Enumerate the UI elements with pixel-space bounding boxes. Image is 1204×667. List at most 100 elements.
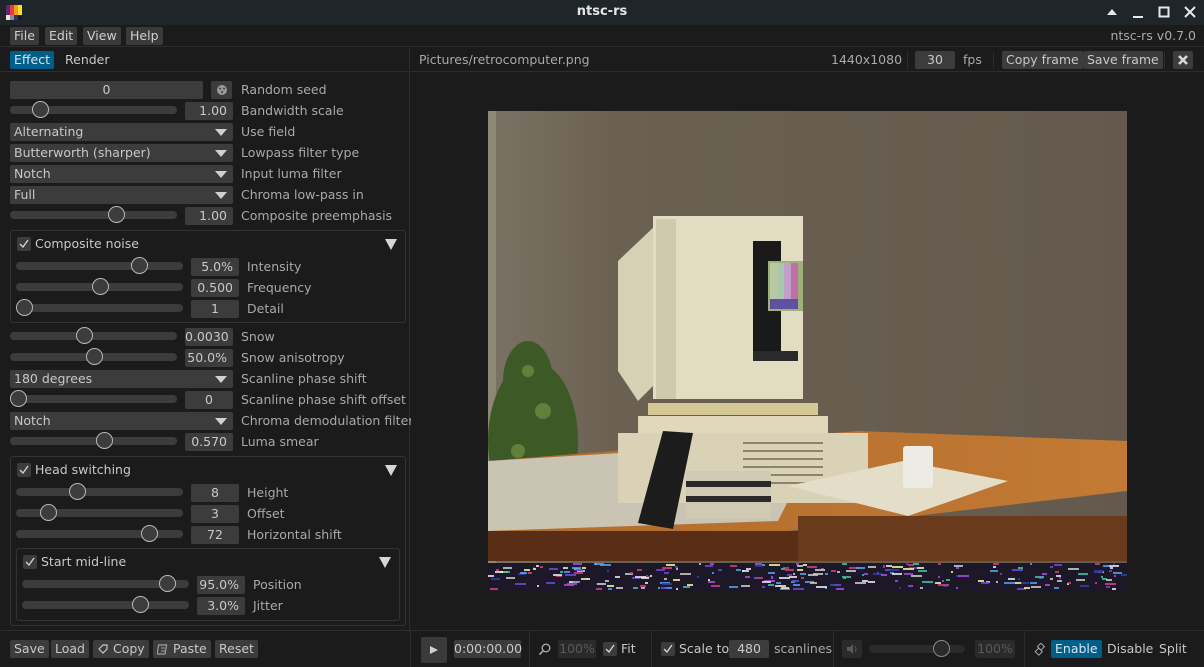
randomize-seed-button[interactable] [211,81,232,99]
reset-preset-button[interactable]: Reset [215,640,258,658]
height-value[interactable]: 8 [191,484,239,502]
use-field-value: Alternating [14,124,84,139]
scanlines-input[interactable]: 480 [729,640,769,658]
jitter-slider[interactable] [22,596,189,613]
snow-anisotropy-value[interactable]: 50.0% [185,349,233,367]
volume-slider[interactable] [869,640,965,657]
fit-checkbox[interactable] [603,642,617,656]
slider-thumb[interactable] [91,278,109,295]
composite-preemphasis-value[interactable]: 1.00 [185,207,233,225]
file-path: Pictures/retrocomputer.png [419,52,590,67]
effect-enable-option[interactable]: Enable [1051,640,1102,658]
effect-split-option[interactable]: Split [1155,640,1191,658]
close-icon [1184,6,1196,18]
scale-to-checkbox[interactable] [661,642,675,656]
menu-file[interactable]: File [10,27,39,45]
start-mid-line-checkbox[interactable] [23,555,37,569]
horizontal-shift-slider[interactable] [16,525,183,542]
position-value[interactable]: 95.0% [197,576,245,594]
height-slider[interactable] [16,483,183,500]
slider-thumb[interactable] [68,483,86,500]
close-window-button[interactable] [1182,4,1198,20]
preview-image[interactable] [488,111,1127,591]
slider-thumb[interactable] [130,257,148,274]
tab-render[interactable]: Render [61,51,114,69]
chroma-demodulation-filter-dropdown[interactable]: Notch [10,412,233,430]
copy-frame-button[interactable]: Copy frame [1002,51,1083,69]
menu-view[interactable]: View [83,27,121,45]
slider-thumb[interactable] [108,206,126,223]
composite-preemphasis-slider[interactable] [10,206,177,223]
offset-label: Offset [247,506,285,521]
scanline-phase-shift-dropdown[interactable]: 180 degrees [10,370,233,388]
divider [1164,52,1165,68]
slider-thumb[interactable] [159,575,177,592]
frequency-slider[interactable] [16,278,183,295]
load-preset-button[interactable]: Load [51,640,89,658]
play-button[interactable] [421,637,447,663]
position-slider[interactable] [22,575,189,592]
offset-slider[interactable] [16,504,183,521]
copy-preset-button[interactable]: Copy [93,640,149,658]
snow-anisotropy-slider[interactable] [10,348,177,365]
slider-thumb[interactable] [40,504,58,521]
menu-edit[interactable]: Edit [45,27,78,45]
version-label: ntsc-rs v0.7.0 [1110,28,1196,43]
intensity-value[interactable]: 5.0% [191,258,239,276]
collapse-caret-icon[interactable] [379,557,391,568]
close-file-button[interactable] [1173,51,1193,69]
slider-thumb[interactable] [85,348,103,365]
intensity-slider[interactable] [16,257,183,274]
slider-thumb[interactable] [76,327,94,344]
snow-value[interactable]: 0.0030 [185,328,233,346]
snow-label: Snow [241,329,275,344]
frequency-value[interactable]: 0.500 [191,279,239,297]
horizontal-shift-label: Horizontal shift [247,527,342,542]
minimize-button[interactable] [1130,4,1146,20]
save-preset-button[interactable]: Save [10,640,49,658]
slider-thumb[interactable] [141,525,159,542]
scanline-phase-shift-offset-value[interactable]: 0 [185,391,233,409]
dice-icon [216,85,227,95]
slider-thumb[interactable] [16,299,33,316]
slider-thumb[interactable] [933,640,950,657]
slider-thumb[interactable] [10,390,27,407]
offset-value[interactable]: 3 [191,505,239,523]
fps-input[interactable]: 30 [915,51,955,69]
divider [651,631,652,667]
speaker-icon [847,644,857,654]
composite-noise-checkbox[interactable] [17,237,31,251]
head-switching-checkbox[interactable] [17,463,31,477]
detail-slider[interactable] [16,299,183,316]
input-luma-filter-dropdown[interactable]: Notch [10,165,233,183]
collapse-caret-icon[interactable] [385,465,397,476]
menu-help[interactable]: Help [126,27,163,45]
save-frame-button[interactable]: Save frame [1083,51,1163,69]
random-seed-input[interactable]: 0 [10,81,203,99]
slider-thumb[interactable] [31,101,49,118]
zoom-input[interactable]: 100% [558,640,596,658]
chroma-lowpass-in-dropdown[interactable]: Full [10,186,233,204]
collapse-caret-icon[interactable] [385,239,397,250]
paste-preset-button[interactable]: Paste [153,640,211,658]
lowpass-filter-type-dropdown[interactable]: Butterworth (sharper) [10,144,233,162]
slider-thumb[interactable] [132,596,150,613]
luma-smear-value[interactable]: 0.570 [185,433,233,451]
luma-smear-slider[interactable] [10,432,177,449]
snow-slider[interactable] [10,327,177,344]
timecode-input[interactable]: 0:00:00.00 [454,640,522,658]
scanline-phase-shift-offset-slider[interactable] [10,390,177,407]
horizontal-shift-value[interactable]: 72 [191,526,239,544]
maximize-icon [1158,6,1170,18]
effect-disable-option[interactable]: Disable [1103,640,1157,658]
tab-effect[interactable]: Effect [10,51,54,69]
jitter-value[interactable]: 3.0% [197,597,245,615]
keep-above-button[interactable] [1104,4,1120,20]
use-field-dropdown[interactable]: Alternating [10,123,233,141]
detail-value[interactable]: 1 [191,300,239,318]
slider-thumb[interactable] [96,432,114,449]
mute-button[interactable] [842,640,862,658]
bandwidth-scale-value[interactable]: 1.00 [185,102,233,120]
maximize-button[interactable] [1156,4,1172,20]
bandwidth-scale-slider[interactable] [10,101,177,118]
